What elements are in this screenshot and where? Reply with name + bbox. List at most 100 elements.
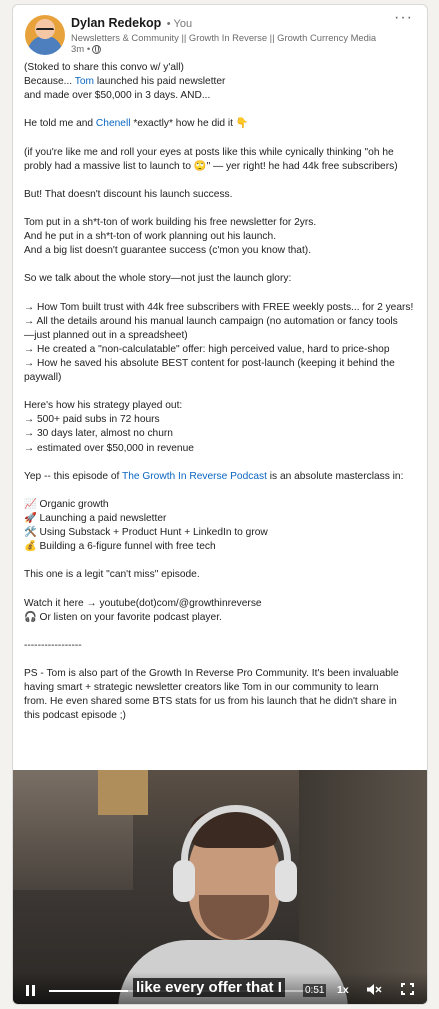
post-text-segment: → 500+ paid subs in 72 hours [24,414,160,426]
video-progress-fill [49,990,128,992]
post-line [24,174,424,188]
post-line: So we talk about the whole story—not jus… [24,272,424,286]
post-text-segment: ----------------- [24,639,82,651]
post-line: from. He even shared some BTS stats for … [24,695,424,709]
author-name-row: Dylan Redekop • You [71,16,192,30]
post-meta: 3m • [71,44,102,55]
post-line: → How Tom built trust with 44k free subs… [24,301,424,315]
post-line: PS - Tom is also part of the Growth In R… [24,667,424,681]
post-line: 🚀 Launching a paid newsletter [24,512,424,526]
post-line: But! That doesn't discount his launch su… [24,188,424,202]
post-text-segment: But! That doesn't discount his launch su… [24,188,233,200]
avatar-glasses [36,28,54,33]
post-line: → He created a "non-calculatable" offer:… [24,343,424,357]
post-text-segment: paywall) [24,372,62,384]
post-line: Tom put in a sh*t-ton of work building h… [24,216,424,230]
post-line [24,385,424,399]
post-text-segment: launched his paid newsletter [94,76,226,88]
post-line: and made over $50,000 in 3 days. AND... [24,89,424,103]
author-name[interactable]: Dylan Redekop [71,16,161,30]
post-text-segment: (if you're like me and roll your eyes at… [24,146,394,158]
post-text-segment: and made over $50,000 in 3 days. AND... [24,90,211,102]
post-card: Dylan Redekop • You Newsletters & Commun… [12,4,428,1005]
post-text: (Stoked to share this convo w/ y'all) Bec… [24,61,424,723]
post-line: → estimated over $50,000 in revenue [24,442,424,456]
post-text-segment: 🛠️ Using Substack + Product Hunt + Linke… [24,527,268,539]
post-text-segment: 🚀 Launching a paid newsletter [24,513,167,524]
post-text-segment: *exactly* how he did it 👇 [130,118,249,130]
post-line: → 30 days later, almost no churn [24,427,424,441]
post-text-segment: → How he saved his absolute BEST content… [24,357,395,369]
post-text-segment: And he put in a sh*t-ton of work plannin… [24,231,277,243]
post-time: 3m • [71,44,91,55]
post-text-segment: → estimated over $50,000 in revenue [24,442,194,454]
post-line: And a big list doesn't guarantee success… [24,244,424,258]
post-text-segment: → All the details around his manual laun… [24,315,398,327]
post-line [24,456,424,470]
post-text-segment: is an absolute masterclass in: [266,470,404,482]
post-text-segment: probly had a massive list to launch to 🙄… [24,160,398,172]
post-line: And he put in a sh*t-ton of work plannin… [24,230,424,244]
post-text-segment: And a big list doesn't guarantee success… [24,245,312,257]
post-text-segment: PS - Tom is also part of the Growth In R… [24,668,399,680]
post-text-segment: Watch it here → youtube(dot)com/@growthi… [24,597,262,609]
post-text-segment: Because... [24,76,75,88]
post-line: ----------------- [24,639,424,653]
post-line [24,103,424,117]
fullscreen-icon[interactable] [401,983,414,995]
post-line [24,554,424,568]
muted-speaker-icon[interactable] [366,983,382,996]
post-text-segment: Tom put in a sh*t-ton of work building h… [24,217,317,229]
post-line [24,582,424,596]
post-text-segment: He told me and [24,118,96,130]
post-line: this podcast episode ;) [24,709,424,723]
post-line: 🎧 Or listen on your favorite podcast pla… [24,611,424,625]
post-line [24,131,424,145]
post-line: Yep -- this episode of The Growth In Rev… [24,470,424,484]
post-text-segment: So we talk about the whole story—not jus… [24,273,292,285]
video-time: 0:51 [303,984,327,997]
post-line: 🛠️ Using Substack + Product Hunt + Linke… [24,526,424,540]
author-you-badge: • You [166,18,193,30]
post-line: → All the details around his manual laun… [24,315,424,329]
post-text-segment: → He created a "non-calculatable" offer:… [24,343,390,355]
post-line: Watch it here → youtube(dot)com/@growthi… [24,597,424,611]
pause-icon[interactable] [26,985,35,996]
post-header: Dylan Redekop • You Newsletters & Commun… [13,5,427,57]
playback-speed-button[interactable]: 1x [337,984,349,996]
headphones-right-cup [275,860,297,902]
post-text-segment: 🎧 Or listen on your favorite podcast pla… [24,611,222,623]
video-bg-poster [98,770,148,815]
author-headline: Newsletters & Community || Growth In Rev… [71,32,377,43]
post-line: having smart + strategic newsletter crea… [24,681,424,695]
mention-link[interactable]: Chenell [96,118,131,129]
video-player[interactable]: like every offer that I 0:51 1x [13,770,427,1004]
post-line: paywall) [24,371,424,385]
post-text-segment: → How Tom built trust with 44k free subs… [24,301,414,313]
post-line [24,484,424,498]
post-line: —just planned out in a spreadsheet) [24,329,424,343]
post-text-segment: 💰 Building a 6-figure funnel with free t… [24,541,216,553]
post-line: → 500+ paid subs in 72 hours [24,413,424,427]
post-line: He told me and Chenell *exactly* how he … [24,117,424,131]
post-text-segment: Here's how his strategy played out: [24,400,183,412]
post-line: 💰 Building a 6-figure funnel with free t… [24,540,424,554]
post-text-segment: this podcast episode ;) [24,710,126,722]
mention-link[interactable]: The Growth In Reverse Podcast [122,471,267,482]
headphones-left-cup [173,860,195,902]
post-text-segment: —just planned out in a spreadsheet) [24,329,188,341]
globe-icon [92,45,102,54]
post-line: (if you're like me and roll your eyes at… [24,146,424,160]
post-line: (Stoked to share this convo w/ y'all) [24,61,424,75]
video-controls: like every offer that I 0:51 1x [13,972,427,1004]
post-line: → How he saved his absolute BEST content… [24,357,424,371]
ellipsis-icon[interactable]: ··· [394,9,413,27]
author-avatar[interactable] [25,15,65,55]
post-text-segment: from. He even shared some BTS stats for … [24,696,397,708]
post-line: Because... Tom launched his paid newslet… [24,75,424,89]
post-line [24,625,424,639]
post-text-segment: → 30 days later, almost no churn [24,428,173,440]
post-text-segment: 📈 Organic growth [24,498,109,510]
mention-link[interactable]: Tom [75,76,94,87]
post-line: Here's how his strategy played out: [24,399,424,413]
